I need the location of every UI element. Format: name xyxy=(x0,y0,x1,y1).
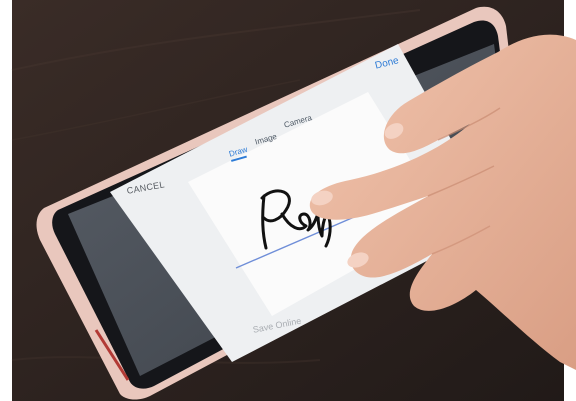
scene xyxy=(11,0,576,401)
photo: CANCEL Draw Image Camera Done Save Onlin… xyxy=(0,0,576,401)
